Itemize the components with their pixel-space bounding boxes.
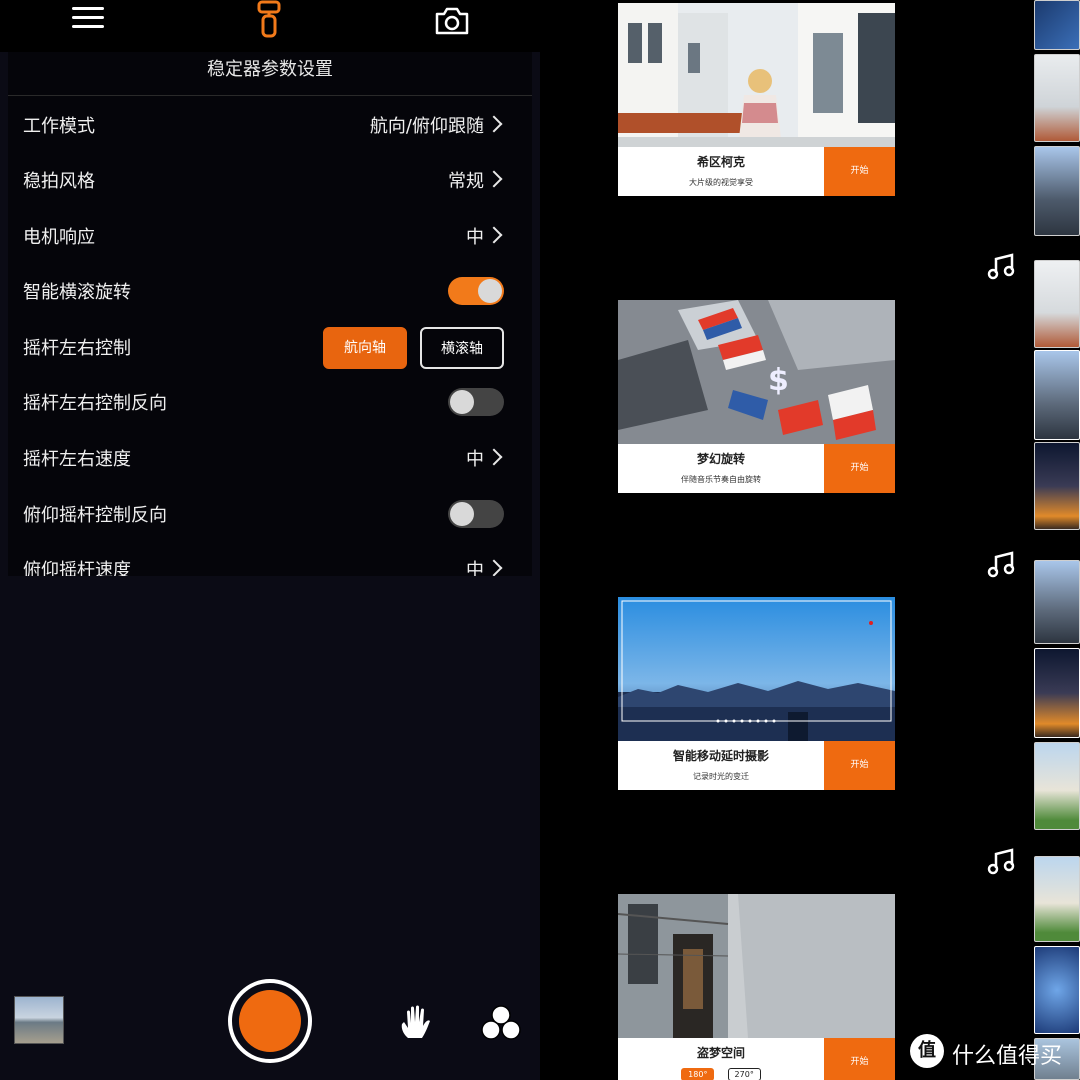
setting-label: 摇杆左右控制 bbox=[23, 338, 131, 359]
setting-value: 航向/俯仰跟随 bbox=[369, 116, 484, 137]
bottom-bar bbox=[0, 960, 540, 1080]
template-preview-image bbox=[618, 597, 895, 741]
strip-thumbnail[interactable] bbox=[1034, 856, 1080, 942]
template-info: 希区柯克 大片级的视觉享受 bbox=[618, 147, 824, 196]
toggle-knob bbox=[450, 390, 474, 414]
template-card-hitchcock[interactable]: 希区柯克 大片级的视觉享受 开始 bbox=[618, 3, 895, 196]
strip-thumbnail[interactable] bbox=[1034, 648, 1080, 738]
setting-value: 中 bbox=[466, 449, 484, 470]
settings-panel: 稳定器参数设置 工作模式 航向/俯仰跟随 稳拍风格 常规 电机响应 中 智能横滚… bbox=[8, 52, 532, 576]
template-preview-image: $ bbox=[618, 300, 895, 444]
hand-gesture-icon[interactable] bbox=[398, 1004, 434, 1042]
smart-roll-toggle[interactable] bbox=[448, 277, 504, 305]
setting-value: 常规 bbox=[448, 171, 484, 192]
setting-label: 智能横滚旋转 bbox=[23, 282, 131, 303]
template-info: 梦幻旋转 伴随音乐节奏自由旋转 bbox=[618, 444, 824, 493]
template-info: 盗梦空间 180° 270° bbox=[618, 1038, 824, 1080]
setting-row-work-mode[interactable]: 工作模式 航向/俯仰跟随 bbox=[8, 98, 532, 153]
filter-circles-icon[interactable] bbox=[480, 1004, 522, 1042]
setting-label: 稳拍风格 bbox=[23, 171, 95, 192]
pan-axis-button[interactable]: 航向轴 bbox=[323, 327, 407, 369]
gimbal-icon[interactable] bbox=[254, 0, 284, 40]
gallery-thumbnail[interactable] bbox=[14, 996, 64, 1044]
start-button[interactable]: 开始 bbox=[824, 147, 895, 196]
toggle-knob bbox=[478, 279, 502, 303]
setting-row-tilt-speed[interactable]: 俯仰摇杆速度 中 bbox=[8, 542, 532, 576]
stabilizer-app-screen: W F 稳定器参数设置 工作模式 航向/俯仰跟随 稳拍风格 常规 电机响应 中 … bbox=[0, 0, 540, 1080]
chevron-right-icon bbox=[485, 115, 503, 133]
strip-thumbnail[interactable] bbox=[1034, 442, 1080, 530]
chevron-right-icon bbox=[485, 448, 503, 466]
music-note-icon[interactable] bbox=[986, 848, 1016, 876]
angle-270-button[interactable]: 270° bbox=[727, 1068, 761, 1080]
strip-thumbnail[interactable] bbox=[1034, 350, 1080, 440]
start-button[interactable]: 开始 bbox=[824, 444, 895, 493]
setting-label: 俯仰摇杆控制反向 bbox=[23, 505, 167, 526]
setting-row-joystick-lr-control: 摇杆左右控制 航向轴 横滚轴 bbox=[8, 320, 532, 375]
template-subtitle: 大片级的视觉享受 bbox=[689, 178, 753, 187]
template-preview-image bbox=[618, 894, 895, 1038]
setting-row-tilt-reverse: 俯仰摇杆控制反向 bbox=[8, 487, 532, 542]
angle-180-button[interactable]: 180° bbox=[681, 1068, 715, 1080]
template-card-smart-timelapse[interactable]: 智能移动延时摄影 记录时光的变迁 开始 bbox=[618, 597, 895, 790]
shutter-button[interactable] bbox=[228, 979, 312, 1063]
roll-axis-button[interactable]: 横滚轴 bbox=[420, 327, 504, 369]
template-title: 盗梦空间 bbox=[696, 1046, 745, 1060]
template-list-screen: 希区柯克 大片级的视觉享受 开始 $ 梦幻旋转 伴随音乐节奏自由旋转 开始 智能… bbox=[540, 0, 1080, 1080]
setting-value: 中 bbox=[466, 560, 484, 576]
strip-thumbnail[interactable] bbox=[1034, 742, 1080, 830]
template-subtitle: 伴随音乐节奏自由旋转 bbox=[681, 475, 761, 484]
thumbnail-strip bbox=[1034, 0, 1080, 1080]
angle-options: 180° 270° bbox=[618, 1062, 824, 1080]
setting-value: 中 bbox=[466, 227, 484, 248]
strip-thumbnail[interactable] bbox=[1034, 946, 1080, 1034]
setting-label: 工作模式 bbox=[23, 116, 95, 137]
template-info: 智能移动延时摄影 记录时光的变迁 bbox=[618, 741, 824, 790]
strip-thumbnail[interactable] bbox=[1034, 54, 1080, 142]
strip-thumbnail[interactable] bbox=[1034, 260, 1080, 348]
strip-thumbnail[interactable] bbox=[1034, 146, 1080, 236]
top-bar bbox=[0, 0, 540, 52]
strip-thumbnail[interactable] bbox=[1034, 0, 1080, 50]
setting-label: 摇杆左右速度 bbox=[23, 449, 131, 470]
template-subtitle: 记录时光的变迁 bbox=[693, 772, 749, 781]
start-button[interactable]: 开始 bbox=[824, 1038, 895, 1080]
chevron-right-icon bbox=[485, 559, 503, 576]
watermark-badge: 值 bbox=[910, 1034, 944, 1068]
setting-label: 俯仰摇杆速度 bbox=[23, 560, 131, 576]
setting-row-smart-roll: 智能横滚旋转 bbox=[8, 264, 532, 319]
template-title: 梦幻旋转 bbox=[696, 452, 745, 466]
shutter-core bbox=[239, 990, 301, 1052]
chevron-right-icon bbox=[485, 226, 503, 244]
panel-title: 稳定器参数设置 bbox=[8, 52, 532, 96]
tilt-reverse-toggle[interactable] bbox=[448, 500, 504, 528]
setting-label: 摇杆左右控制反向 bbox=[23, 393, 167, 414]
setting-row-joystick-lr-reverse: 摇杆左右控制反向 bbox=[8, 375, 532, 430]
setting-row-shooting-style[interactable]: 稳拍风格 常规 bbox=[8, 153, 532, 208]
start-button[interactable]: 开始 bbox=[824, 741, 895, 790]
music-note-icon[interactable] bbox=[986, 253, 1016, 281]
svg-text:$: $ bbox=[768, 363, 789, 398]
joystick-lr-reverse-toggle[interactable] bbox=[448, 388, 504, 416]
template-card-dream-spin[interactable]: $ 梦幻旋转 伴随音乐节奏自由旋转 开始 bbox=[618, 300, 895, 493]
strip-thumbnail[interactable] bbox=[1034, 560, 1080, 644]
setting-row-motor-response[interactable]: 电机响应 中 bbox=[8, 209, 532, 264]
setting-row-joystick-lr-speed[interactable]: 摇杆左右速度 中 bbox=[8, 431, 532, 486]
setting-label: 电机响应 bbox=[23, 227, 95, 248]
template-title: 智能移动延时摄影 bbox=[672, 749, 769, 763]
template-title: 希区柯克 bbox=[696, 155, 745, 169]
template-preview-image bbox=[618, 3, 895, 147]
chevron-right-icon bbox=[485, 170, 503, 188]
toggle-knob bbox=[450, 502, 474, 526]
watermark-text: 什么值得买 bbox=[952, 1044, 1063, 1069]
template-card-inception[interactable]: 盗梦空间 180° 270° 开始 bbox=[618, 894, 895, 1080]
music-note-icon[interactable] bbox=[986, 551, 1016, 579]
hamburger-menu-icon[interactable] bbox=[72, 2, 106, 34]
camera-icon[interactable] bbox=[434, 6, 470, 36]
